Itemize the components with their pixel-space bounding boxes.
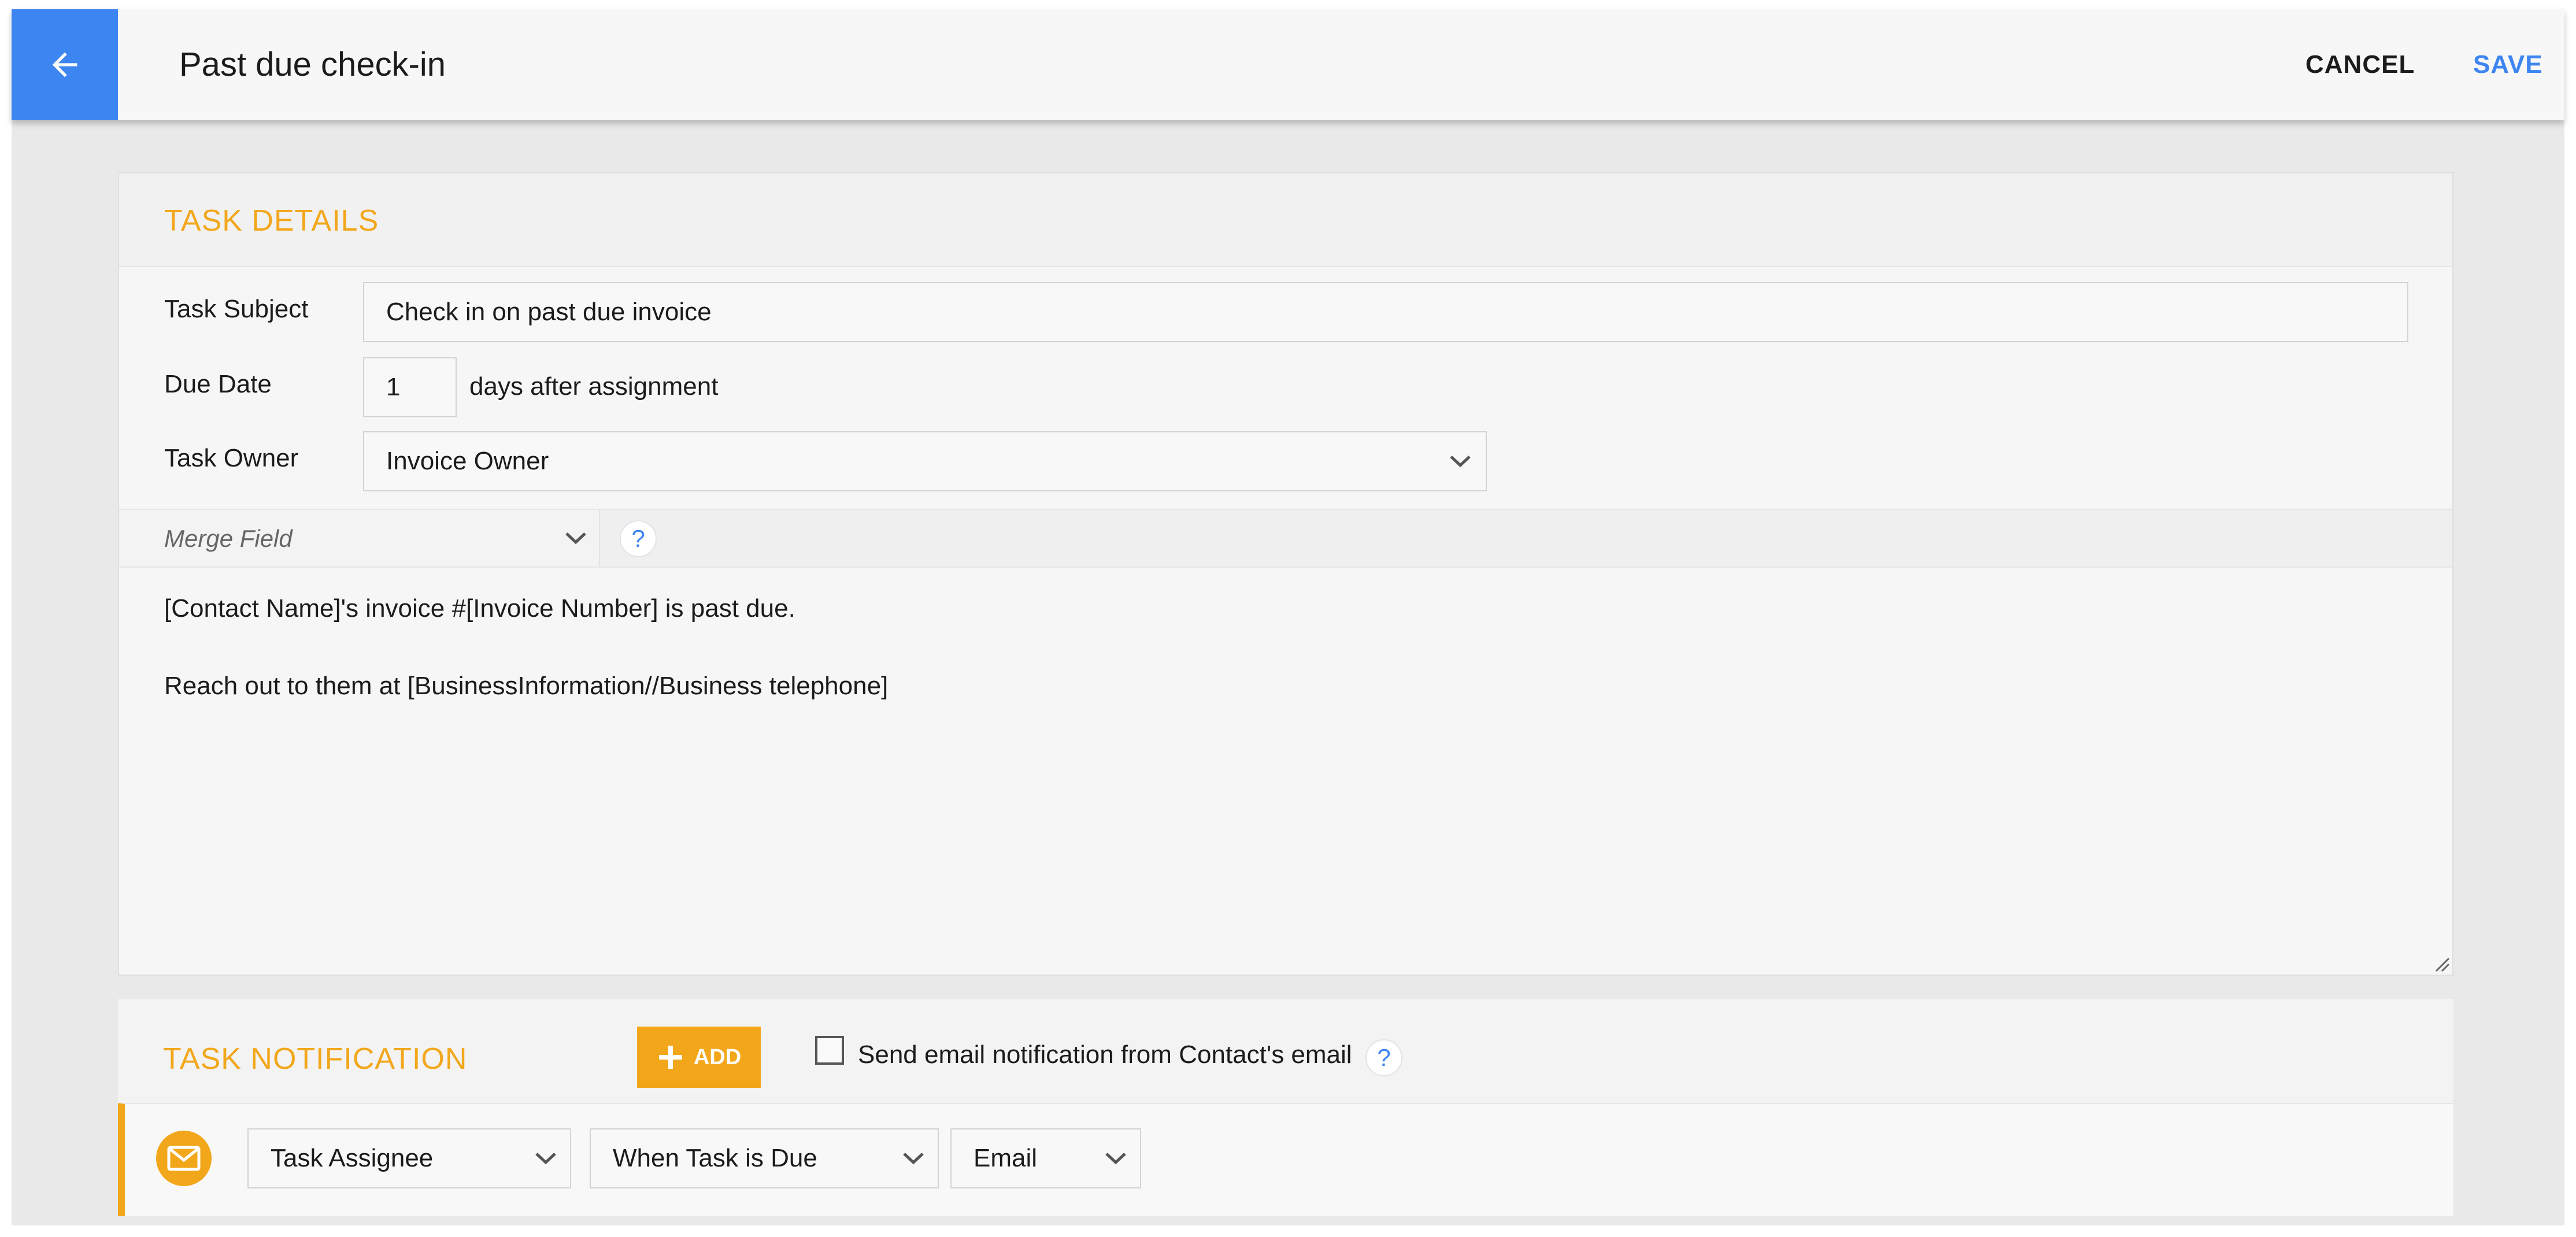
envelope-icon <box>156 1131 212 1186</box>
chevron-down-icon <box>1105 1153 1126 1165</box>
notification-method-value: Email <box>974 1144 1038 1172</box>
cancel-button[interactable]: CANCEL <box>2305 9 2415 120</box>
task-subject-input[interactable]: Check in on past due invoice <box>363 282 2408 342</box>
app-frame: Past due check-in CANCEL SAVE TASK DETAI… <box>12 9 2564 1225</box>
notification-timing-value: When Task is Due <box>613 1144 817 1172</box>
chevron-down-icon <box>535 1153 556 1165</box>
resize-handle-icon[interactable] <box>2433 955 2450 972</box>
notification-recipient-select[interactable]: Task Assignee <box>247 1128 571 1188</box>
due-date-label: Due Date <box>164 370 272 398</box>
description-line-2: Reach out to them at [BusinessInformatio… <box>164 672 889 700</box>
task-subject-value: Check in on past due invoice <box>386 298 712 326</box>
merge-field-bar: Merge Field ? <box>119 509 2452 568</box>
task-subject-label: Task Subject <box>164 295 309 323</box>
task-description-textarea[interactable]: [Contact Name]'s invoice #[Invoice Numbe… <box>164 590 2407 705</box>
task-details-card: TASK DETAILS Task Subject Check in on pa… <box>118 172 2453 976</box>
merge-field-select[interactable]: Merge Field <box>119 510 600 566</box>
save-button[interactable]: SAVE <box>2473 9 2543 120</box>
due-date-value: 1 <box>386 373 401 401</box>
description-line-1: [Contact Name]'s invoice #[Invoice Numbe… <box>164 594 795 623</box>
task-details-title: TASK DETAILS <box>164 204 379 238</box>
contact-email-checkbox[interactable] <box>815 1036 844 1065</box>
contact-email-checkbox-label: Send email notification from Contact's e… <box>858 1040 1352 1069</box>
chevron-down-icon <box>903 1153 924 1165</box>
task-owner-value: Invoice Owner <box>386 447 549 475</box>
task-details-header: TASK DETAILS <box>119 173 2452 267</box>
notification-help-icon[interactable]: ? <box>1365 1039 1402 1076</box>
task-owner-select[interactable]: Invoice Owner <box>363 431 1487 491</box>
merge-field-help-icon[interactable]: ? <box>620 520 657 557</box>
back-button[interactable] <box>12 9 118 120</box>
notification-timing-select[interactable]: When Task is Due <box>590 1128 939 1188</box>
notification-row: Task Assignee When Task is Due Email <box>118 1103 2453 1216</box>
add-label: ADD <box>693 1045 742 1069</box>
due-date-suffix: days after assignment <box>469 372 719 401</box>
arrow-left-icon <box>52 52 77 77</box>
chevron-down-icon <box>565 532 586 545</box>
page-title: Past due check-in <box>179 46 446 83</box>
task-owner-label: Task Owner <box>164 444 299 472</box>
plus-icon <box>658 1046 682 1069</box>
notification-method-select[interactable]: Email <box>950 1128 1141 1188</box>
notification-recipient-value: Task Assignee <box>271 1144 434 1172</box>
add-notification-button[interactable]: ADD <box>637 1027 761 1088</box>
merge-field-placeholder: Merge Field <box>164 525 293 552</box>
chevron-down-icon <box>1450 455 1471 468</box>
task-notification-card: TASK NOTIFICATION ADD Send email notific… <box>118 999 2453 1216</box>
due-date-input[interactable]: 1 <box>363 357 457 417</box>
task-notification-title: TASK NOTIFICATION <box>163 1042 468 1076</box>
top-bar: Past due check-in CANCEL SAVE <box>12 9 2564 120</box>
